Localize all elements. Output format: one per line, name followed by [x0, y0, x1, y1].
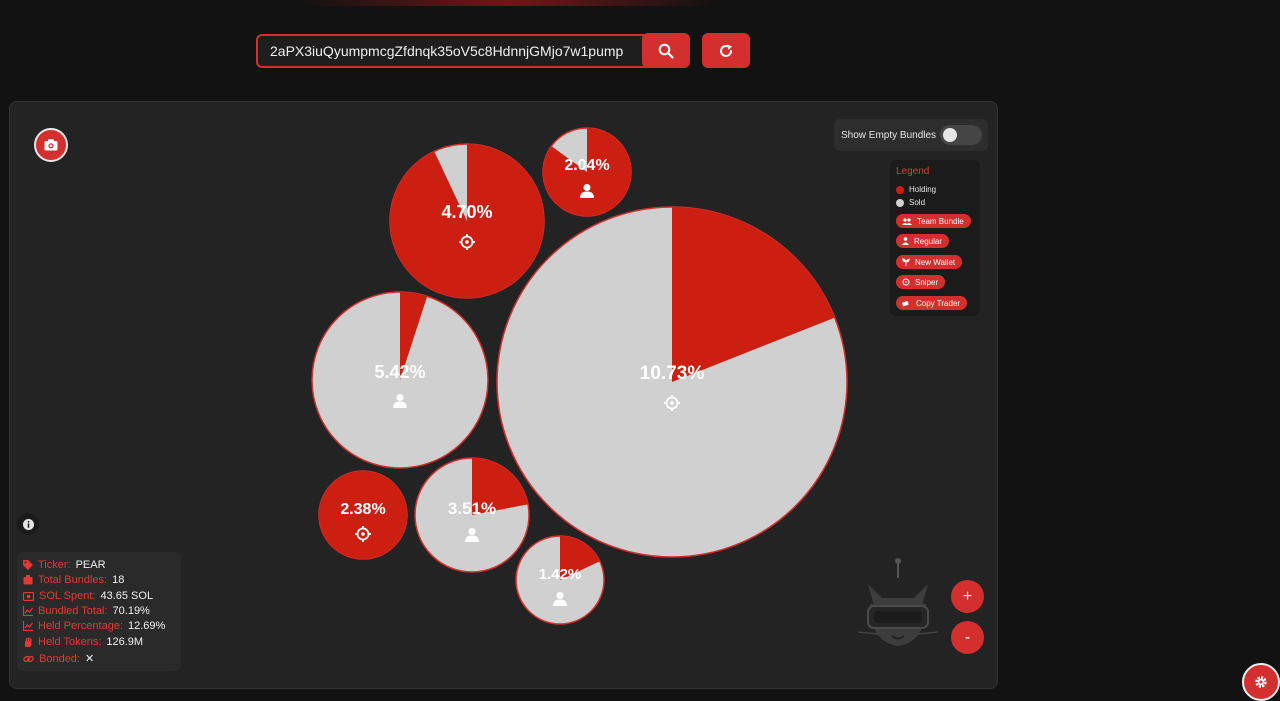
stat-bundled-total: Bundled Total: 70.19% [23, 605, 150, 617]
stat-value: PEAR [75, 559, 106, 571]
gear-icon [1255, 676, 1267, 688]
stat-held-tokens: Held Tokens: 126.9M [23, 636, 143, 648]
wallet-bubble[interactable]: 2.04% [542, 127, 632, 217]
stat-ticker: Ticker: PEAR [23, 559, 106, 571]
bubble-percentage-label: 1.42% [539, 566, 582, 583]
chart-line-icon [23, 606, 33, 616]
bubble-percentage-label: 2.38% [340, 501, 385, 518]
stat-value: 126.9M [106, 636, 144, 648]
link-icon [23, 655, 34, 662]
bubble-percentage-label: 3.51% [448, 499, 496, 518]
stat-bonded: Bonded: ✕ [23, 652, 94, 665]
bubble-percentage-label: 4.70% [441, 202, 492, 222]
wallet-bubble[interactable]: 1.42% [515, 535, 605, 625]
tag-icon [23, 560, 33, 570]
zoom-out-button[interactable]: - [951, 621, 984, 654]
wallet-bubble[interactable]: 2.38% [318, 470, 408, 560]
token-stats-panel: Ticker: PEAR Total Bundles: 18 SOL Spent… [17, 552, 181, 671]
stat-value: ✕ [84, 653, 95, 665]
hand-icon [25, 637, 32, 647]
settings-button[interactable] [1242, 663, 1280, 701]
stat-key: SOL Spent: [39, 590, 96, 602]
bubble-percentage-label: 2.04% [564, 157, 609, 174]
stat-key: Total Bundles: [38, 574, 108, 586]
stat-value: 43.65 SOL [100, 590, 154, 602]
chart-line-icon [23, 621, 33, 631]
bubble-percentage-label: 10.73% [640, 363, 705, 384]
stat-value: 70.19% [112, 605, 150, 617]
stat-key: Bonded: [39, 652, 80, 665]
cat-mascot-logo [857, 558, 939, 646]
stat-value: 18 [112, 574, 125, 586]
bubble-percentage-label: 5.42% [374, 362, 425, 382]
stat-key: Held Percentage: [38, 620, 123, 632]
info-icon [22, 518, 34, 530]
wallet-bubble[interactable]: 4.70% [389, 143, 545, 299]
wallet-bubble[interactable]: 10.73% [496, 206, 848, 558]
wallet-bubble[interactable]: 5.42% [311, 291, 489, 469]
wallet-bubble[interactable]: 3.51% [414, 457, 530, 573]
stat-total-bundles: Total Bundles: 18 [23, 574, 124, 586]
stat-sol-spent: SOL Spent: 43.65 SOL [23, 590, 153, 602]
money-icon [23, 591, 34, 601]
box-icon [23, 575, 33, 585]
zoom-in-button[interactable]: + [951, 580, 984, 613]
stat-value: 12.69% [128, 620, 166, 632]
stat-key: Bundled Total: [38, 605, 108, 617]
stat-key: Held Tokens: [38, 636, 102, 648]
stat-key: Ticker: [38, 559, 71, 571]
stat-held-percentage: Held Percentage: 12.69% [23, 620, 165, 632]
info-button[interactable] [17, 513, 39, 535]
